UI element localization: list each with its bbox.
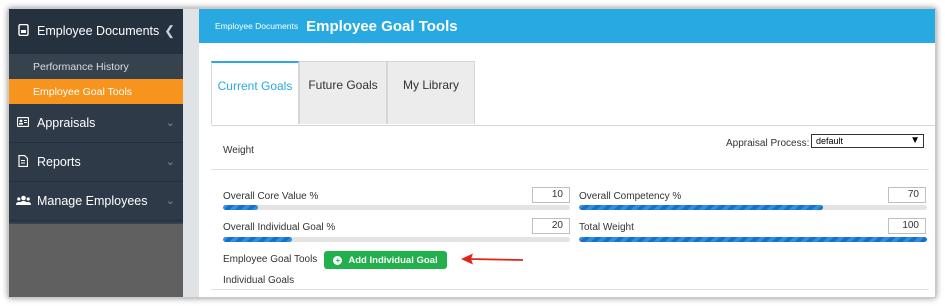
app-window: Employee Documents ❮ Performance History…	[8, 8, 936, 298]
appraisal-process-select[interactable]: default ▼	[811, 134, 924, 148]
total-weight-label: Total Weight	[579, 222, 634, 233]
sidebar-subitem-employee-goal-tools[interactable]: Employee Goal Tools	[9, 79, 183, 104]
overall-competency-bar	[579, 205, 927, 210]
sidebar-item-employee-documents[interactable]: Employee Documents ❮	[9, 9, 183, 54]
total-weight-field[interactable]: 100	[888, 218, 926, 234]
chevron-down-icon: ⌄	[165, 117, 175, 129]
chevron-down-icon: ⌄	[165, 195, 175, 207]
progress-fill	[579, 237, 927, 242]
individual-goals-heading: Individual Goals	[223, 275, 295, 286]
add-individual-goal-button[interactable]: + Add Individual Goal	[324, 251, 447, 269]
annotation-arrow-icon	[461, 253, 524, 265]
sidebar-item-label: Manage Employees	[37, 194, 148, 208]
overall-individual-goal-bar	[223, 237, 570, 242]
overall-core-value-label: Overall Core Value %	[223, 191, 319, 202]
page-header: Employee Documents Employee Goal Tools	[199, 9, 935, 43]
weight-heading: Weight	[223, 145, 254, 156]
tab-bar: Current Goals Future Goals My Library	[211, 61, 475, 124]
sidebar-item-label: Appraisals	[37, 116, 96, 130]
sidebar-gutter	[183, 9, 199, 297]
sidebar-item-appraisals[interactable]: Appraisals ⌄	[9, 104, 183, 143]
progress-fill	[223, 237, 293, 242]
report-icon	[9, 154, 37, 170]
tab-future-goals[interactable]: Future Goals	[299, 61, 387, 124]
tab-my-library[interactable]: My Library	[387, 61, 475, 124]
divider	[211, 169, 929, 170]
overall-competency-field[interactable]: 70	[888, 187, 926, 203]
tab-divider	[211, 125, 935, 126]
tab-current-goals[interactable]: Current Goals	[211, 61, 299, 124]
users-icon	[9, 194, 37, 208]
progress-fill	[223, 205, 258, 210]
progress-fill	[579, 205, 823, 210]
total-weight-bar	[579, 237, 927, 242]
breadcrumb[interactable]: Employee Documents	[215, 21, 298, 31]
main-content: Employee Documents Employee Goal Tools C…	[199, 9, 935, 297]
plus-circle-icon: +	[333, 255, 343, 265]
chevron-down-icon: ⌄	[165, 156, 175, 168]
sidebar-item-manage-employees[interactable]: Manage Employees ⌄	[9, 182, 183, 221]
sidebar: Employee Documents ❮ Performance History…	[9, 9, 183, 297]
document-icon	[9, 23, 37, 39]
sidebar-item-label: Employee Documents	[37, 24, 160, 38]
employee-goal-tools-label: Employee Goal Tools	[223, 254, 318, 265]
overall-individual-goal-label: Overall Individual Goal %	[223, 222, 336, 233]
appraisal-process-value: default	[816, 136, 844, 146]
add-individual-goal-label: Add Individual Goal	[348, 254, 438, 266]
appraisal-process-label: Appraisal Process:	[726, 138, 810, 149]
divider	[211, 289, 929, 290]
page-title: Employee Goal Tools	[306, 17, 458, 35]
overall-individual-goal-field[interactable]: 20	[532, 218, 570, 234]
overall-core-value-bar	[223, 205, 570, 210]
sidebar-item-label: Reports	[37, 155, 81, 169]
sidebar-subitem-performance-history[interactable]: Performance History	[9, 54, 183, 79]
overall-competency-label: Overall Competency %	[579, 191, 682, 202]
overall-core-value-field[interactable]: 10	[532, 187, 570, 203]
id-card-icon	[9, 116, 37, 130]
chevron-down-icon: ▼	[910, 135, 920, 146]
sidebar-item-reports[interactable]: Reports ⌄	[9, 143, 183, 182]
sidebar-empty-area	[9, 223, 183, 297]
chevron-left-icon[interactable]: ❮	[164, 23, 175, 39]
